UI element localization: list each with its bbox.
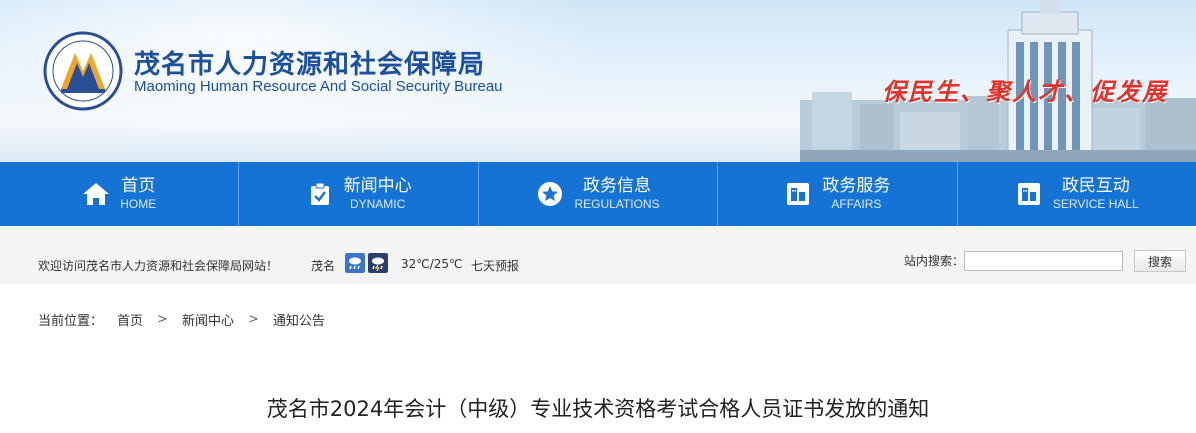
nav-label: 新闻中心: [343, 176, 412, 197]
search-label: 站内搜索：: [904, 254, 965, 268]
nav-sublabel: SERVICE HALL: [1052, 196, 1139, 211]
weather-city: 茂名: [311, 259, 336, 273]
info-bar: 欢迎访问茂名市人力资源和社会保障局网站！ 茂名 32℃/25℃ 七天预报 站内搜…: [0, 226, 1196, 284]
search-button[interactable]: 搜索: [1134, 250, 1186, 272]
breadcrumb-separator: >: [157, 312, 168, 327]
nav-sublabel: DYNAMIC: [349, 196, 406, 211]
breadcrumb-notices[interactable]: 通知公告: [273, 310, 325, 329]
nav-label: 首页: [121, 176, 156, 197]
clipboard-icon: [306, 180, 334, 208]
home-icon: [82, 180, 110, 208]
breadcrumb: 当前位置： 首页 > 新闻中心 > 通知公告: [38, 310, 325, 329]
storm-icon: [368, 253, 388, 273]
welcome-text: 欢迎访问茂名市人力资源和社会保障局网站！: [38, 259, 279, 273]
nav-item-service-hall[interactable]: 政民互动 SERVICE HALL: [958, 162, 1196, 226]
bureau-logo-icon: [43, 31, 123, 111]
weather-temperature: 32℃/25℃: [401, 257, 463, 271]
nav-label: 政务服务: [822, 176, 891, 197]
site-subtitle: Maoming Human Resource And Social Securi…: [134, 78, 503, 95]
main-nav: 首页 HOME 新闻中心 DYNAMIC 政务信息 REGULATIONS 政务…: [0, 162, 1196, 226]
nav-label: 政民互动: [1061, 176, 1130, 197]
nav-item-regulations[interactable]: 政务信息 REGULATIONS: [479, 162, 719, 226]
slogan: 保民生、聚人才、促发展: [882, 77, 1168, 106]
star-icon: [536, 180, 564, 208]
nav-item-news[interactable]: 新闻中心 DYNAMIC: [239, 162, 479, 226]
search-input[interactable]: [964, 251, 1123, 271]
article-title: 茂名市2024年会计（中级）专业技术资格考试合格人员证书发放的通知: [266, 397, 930, 421]
nav-sublabel: HOME: [120, 196, 157, 211]
seven-day-forecast-link[interactable]: 七天预报: [471, 257, 519, 274]
nav-sublabel: REGULATIONS: [574, 196, 660, 211]
breadcrumb-separator: >: [247, 312, 259, 327]
site-title: 茂名市人力资源和社会保障局: [134, 50, 486, 80]
nav-item-home[interactable]: 首页 HOME: [0, 162, 240, 226]
rain-icon: [345, 253, 365, 273]
building-icon: [784, 180, 812, 208]
building-icon: [1015, 180, 1043, 208]
breadcrumb-home[interactable]: 首页: [117, 310, 143, 329]
nav-label: 政务信息: [583, 176, 652, 197]
breadcrumb-label: 当前位置：: [38, 314, 104, 329]
nav-item-affairs[interactable]: 政务服务 AFFAIRS: [718, 162, 958, 226]
header-banner: 茂名市人力资源和社会保障局 Maoming Human Resource And…: [0, 0, 1196, 162]
breadcrumb-news[interactable]: 新闻中心: [182, 310, 234, 329]
nav-sublabel: AFFAIRS: [831, 196, 882, 211]
